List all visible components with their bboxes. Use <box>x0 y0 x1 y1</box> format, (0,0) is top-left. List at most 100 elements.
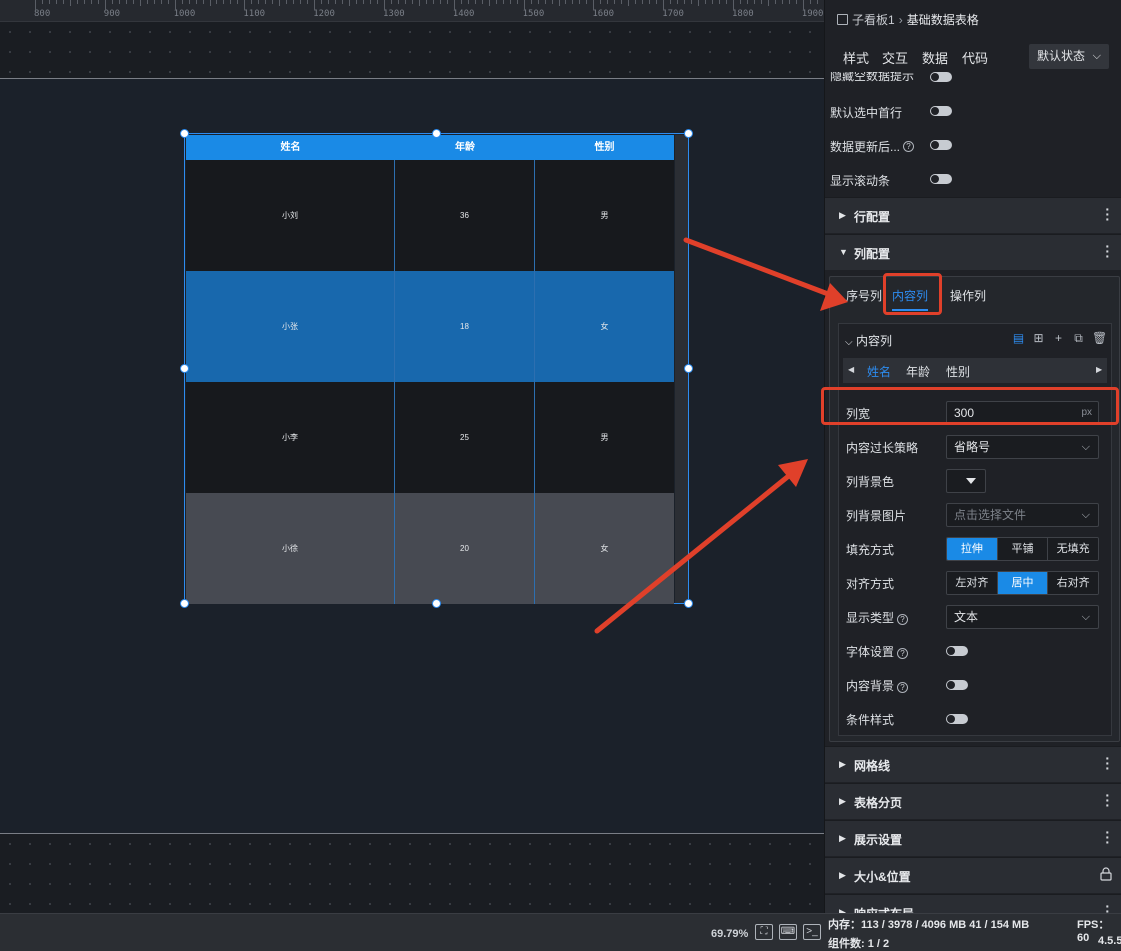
ruler-tick <box>328 0 330 4</box>
toggle-content-bg[interactable] <box>946 680 968 690</box>
caret-left-icon[interactable]: ◀ <box>848 365 854 374</box>
field-label-overflow: 内容过长策略 <box>846 441 919 455</box>
toggle-data-update[interactable] <box>930 140 952 150</box>
lock-icon[interactable] <box>1100 867 1112 881</box>
section-display-settings[interactable]: ▶ 展示设置 · · · <box>825 820 1121 856</box>
help-icon[interactable]: ? <box>897 614 909 625</box>
column-tab-name[interactable]: 姓名 <box>867 363 891 380</box>
help-icon[interactable]: ? <box>897 682 909 693</box>
help-icon[interactable]: ? <box>903 141 915 152</box>
toggle-hide-empty[interactable] <box>930 72 952 82</box>
resize-handle-top-left[interactable] <box>180 129 189 138</box>
more-vertical-icon[interactable]: ··· <box>1105 202 1110 226</box>
toggle-scrollbar[interactable] <box>930 174 952 184</box>
ruler-label: 1900 <box>801 9 824 19</box>
resize-handle-bottom-right[interactable] <box>684 599 693 608</box>
tab-style[interactable]: 样式 <box>843 48 869 67</box>
more-vertical-icon[interactable]: ··· <box>1105 788 1110 812</box>
column-tab-age[interactable]: 年龄 <box>906 363 930 380</box>
align-right-button[interactable]: 右对齐 <box>1048 572 1098 594</box>
tab-index-column[interactable]: 序号列 <box>846 287 882 304</box>
resize-handle-bottom-left[interactable] <box>180 599 189 608</box>
ruler-tick <box>118 0 120 4</box>
ruler-tick <box>712 0 714 4</box>
state-select[interactable]: 默认状态 ⌵ <box>1029 44 1109 69</box>
section-size-position[interactable]: ▶ 大小&位置 <box>825 857 1121 893</box>
caret-right-icon[interactable]: ▶ <box>1096 365 1102 374</box>
more-vertical-icon[interactable]: ··· <box>1105 751 1110 775</box>
tab-data[interactable]: 数据 <box>922 48 948 67</box>
section-grid-lines[interactable]: ▶ 网格线 · · · <box>825 746 1121 782</box>
ruler-tick <box>691 0 693 4</box>
column-bgimage-select[interactable]: 点击选择文件 ⌵ <box>946 503 1099 527</box>
ruler-tick <box>425 0 427 4</box>
ruler-tick <box>509 0 511 4</box>
resize-handle-left[interactable] <box>180 364 189 373</box>
resize-handle-top-right[interactable] <box>684 129 693 138</box>
align-left-button[interactable]: 左对齐 <box>947 572 998 594</box>
terminal-icon[interactable]: >_ <box>803 924 821 940</box>
fill-none-button[interactable]: 无填充 <box>1048 538 1098 560</box>
table-row[interactable]: 小徐 20 女 <box>186 493 674 604</box>
section-row-config[interactable]: ▶ 行配置 · · · <box>825 197 1121 233</box>
ruler-tick <box>684 0 686 4</box>
delete-icon[interactable]: 🗑 <box>1092 332 1107 345</box>
table-row[interactable]: 小张 18 女 <box>186 271 674 382</box>
column-bgcolor-picker[interactable] <box>946 469 986 493</box>
zoom-level[interactable]: 69.79% <box>711 928 748 940</box>
section-pagination[interactable]: ▶ 表格分页 · · · <box>825 783 1121 819</box>
keyboard-icon[interactable]: ⌨ <box>779 924 797 940</box>
ruler-tick <box>446 0 448 4</box>
help-icon[interactable]: ? <box>897 648 909 659</box>
ruler-label: 800 <box>34 9 51 19</box>
tab-interaction[interactable]: 交互 <box>882 48 908 67</box>
ruler-tick <box>356 0 358 4</box>
ruler-tick <box>726 0 728 4</box>
more-vertical-icon[interactable]: ··· <box>1105 825 1110 849</box>
toggle-conditional-style[interactable] <box>946 714 968 724</box>
breadcrumb: 子看板1 › 基础数据表格 <box>837 11 979 28</box>
ruler-tick <box>411 0 413 4</box>
overflow-strategy-select[interactable]: 省略号 ⌵ <box>946 435 1099 459</box>
grid-layout-icon[interactable]: ⊞ <box>1032 332 1045 345</box>
ruler-tick <box>495 0 497 4</box>
resize-handle-bottom[interactable] <box>432 599 441 608</box>
toggle-row-scrollbar: 显示滚动条 <box>830 172 890 189</box>
ruler-tick <box>719 0 721 4</box>
breadcrumb-parent[interactable]: 子看板1 <box>852 11 895 28</box>
content-column-header[interactable]: ⌵ 内容列 <box>845 332 892 349</box>
fit-screen-icon[interactable]: ⛶ <box>755 924 773 940</box>
content-column-card: ⌵ 内容列 ▤ ⊞ + ⧉ 🗑 ◀ 姓名 年龄 性别 ▶ 列宽 300 px 内… <box>838 323 1112 736</box>
align-center-button[interactable]: 居中 <box>997 572 1049 594</box>
more-vertical-icon[interactable]: ··· <box>1105 899 1110 913</box>
table-row[interactable]: 小刘 36 男 <box>186 160 674 271</box>
fill-stretch-button[interactable]: 拉伸 <box>947 538 998 560</box>
ruler-tick <box>523 0 525 10</box>
section-responsive[interactable]: ▶ 响应式布局 ··· <box>825 894 1121 913</box>
display-type-select[interactable]: 文本 ⌵ <box>946 605 1099 629</box>
section-col-config[interactable]: ▼ 列配置 · · · <box>825 234 1121 270</box>
fill-tile-button[interactable]: 平铺 <box>997 538 1049 560</box>
basic-data-table-widget[interactable]: 姓名 年龄 性别 小刘 36 男 小张 18 女 小李 25 男 小徐 20 女 <box>184 133 689 604</box>
tab-action-column[interactable]: 操作列 <box>950 287 986 304</box>
column-tab-gender[interactable]: 性别 <box>946 363 970 380</box>
ruler-tick <box>153 0 155 4</box>
design-canvas-stage[interactable]: 800 900 1000 1100 1200 1300 1400 1500 1600 1700 18… <box>0 0 824 913</box>
panel-scroll-area[interactable]: 隐藏空数据提示 默认选中首行 数据更新后... ? 显示滚动条 ▶ 行配置 · ·… <box>825 72 1121 913</box>
ruler-label: 1300 <box>383 9 405 19</box>
table-row[interactable]: 小李 25 男 <box>186 382 674 493</box>
ruler-tick <box>258 0 260 4</box>
ruler-label: 1200 <box>313 9 335 19</box>
toggle-font-settings[interactable] <box>946 646 968 656</box>
add-icon[interactable]: + <box>1052 332 1065 345</box>
tab-code[interactable]: 代码 <box>962 48 988 67</box>
ruler-tick <box>439 0 441 4</box>
toggle-select-first[interactable] <box>930 106 952 116</box>
ruler-tick <box>670 0 672 4</box>
resize-handle-right[interactable] <box>684 364 693 373</box>
copy-icon[interactable]: ⧉ <box>1072 332 1085 345</box>
align-segmented: 左对齐 居中 右对齐 <box>946 571 1099 595</box>
resize-handle-top[interactable] <box>432 129 441 138</box>
column-layout-icon[interactable]: ▤ <box>1012 332 1025 345</box>
more-vertical-icon[interactable]: ··· <box>1105 239 1110 263</box>
